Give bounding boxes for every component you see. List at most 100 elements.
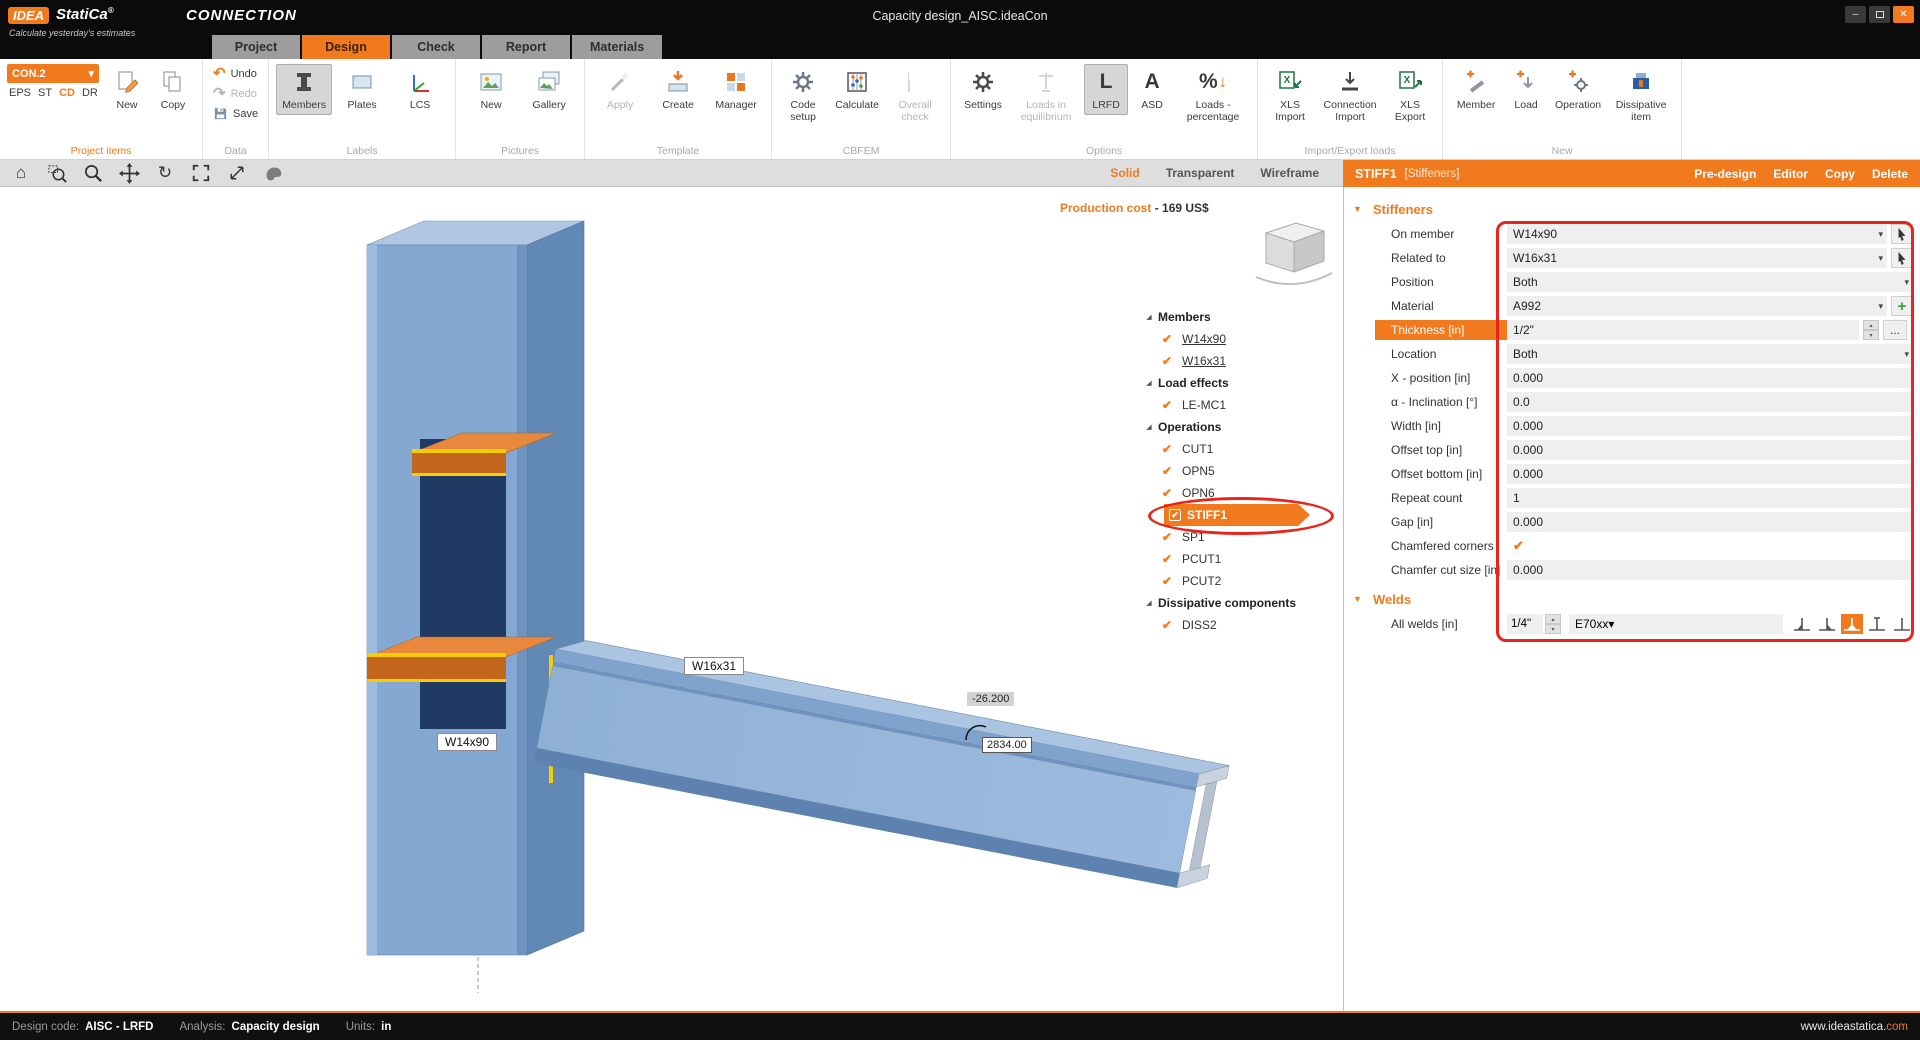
website-link[interactable]: www.ideastatica.com xyxy=(1801,1021,1908,1033)
checkbox-checked-icon[interactable]: ✔ xyxy=(1162,552,1182,566)
tab-check[interactable]: Check xyxy=(392,35,480,59)
tree-item-opn5[interactable]: OPN5 xyxy=(1182,464,1215,478)
redo-button: ↷Redo xyxy=(210,84,261,103)
tree-item-w16x31[interactable]: W16x31 xyxy=(1182,354,1226,368)
tree-group-operations[interactable]: Operations xyxy=(1158,420,1221,434)
tree-item-w14x90[interactable]: W14x90 xyxy=(1182,332,1226,346)
tree-item-pcut2[interactable]: PCUT2 xyxy=(1182,574,1221,588)
tab-design[interactable]: Design xyxy=(302,35,390,59)
home-view-icon[interactable]: ⌂ xyxy=(10,162,32,184)
asd-button[interactable]: A ASD xyxy=(1130,64,1174,115)
section-arrow-icon[interactable]: ▼ xyxy=(1353,204,1373,214)
asd-letter-icon: A xyxy=(1144,68,1159,96)
members-labels-button[interactable]: Members xyxy=(276,64,332,115)
loads-percentage-button[interactable]: %↓ Loads - percentage xyxy=(1176,64,1250,127)
lrfd-button[interactable]: L LRFD xyxy=(1084,64,1128,115)
resize-view-icon[interactable] xyxy=(226,162,248,184)
expander-icon[interactable]: ◢ xyxy=(1140,313,1158,321)
zoom-icon[interactable] xyxy=(82,162,104,184)
scales-icon xyxy=(1032,68,1060,96)
rotate-view-icon[interactable]: ↻ xyxy=(154,162,176,184)
checkbox-checked-icon[interactable]: ✔ xyxy=(1162,530,1182,544)
tab-materials[interactable]: Materials xyxy=(572,35,662,59)
lcs-labels-button[interactable]: LCS xyxy=(392,64,448,115)
copy-operation-button[interactable]: Copy xyxy=(1825,167,1855,181)
design-code-value: AISC - LRFD xyxy=(85,1021,153,1033)
checkbox-checked-icon[interactable]: ✔ xyxy=(1162,398,1182,412)
create-template-button[interactable]: Create xyxy=(650,64,706,115)
tree-item-le-mc1[interactable]: LE-MC1 xyxy=(1182,398,1226,412)
apply-template-button: Apply xyxy=(592,64,648,115)
tree-group-dissipative[interactable]: Dissipative components xyxy=(1158,596,1296,610)
gallery-button[interactable]: Gallery xyxy=(521,64,577,115)
3d-viewport[interactable]: Production cost - 169 US$ W16x31 W14x90 … xyxy=(0,187,1343,1011)
picture-icon xyxy=(477,68,505,96)
xls-export-button[interactable]: X XLS Export xyxy=(1385,64,1435,127)
new-dissipative-item-button[interactable]: Dissipative item xyxy=(1608,64,1674,127)
checkbox-checked-icon[interactable]: ✔ xyxy=(1162,574,1182,588)
prop-label-width: Width [in] xyxy=(1375,416,1507,436)
checkbox-checked-icon[interactable]: ✔ xyxy=(1162,354,1182,368)
mode-cd[interactable]: CD xyxy=(59,87,75,99)
view-mode-wireframe[interactable]: Wireframe xyxy=(1260,166,1319,180)
orientation-cube[interactable] xyxy=(1256,223,1332,284)
xls-import-button[interactable]: X XLS Import xyxy=(1265,64,1315,127)
new-operation-button[interactable]: Operation xyxy=(1550,64,1606,115)
save-button[interactable]: Save xyxy=(210,104,261,123)
ribbon-group-labels: Members Plates LCS Labels xyxy=(269,59,456,159)
units-value: in xyxy=(381,1021,391,1033)
pre-design-button[interactable]: Pre-design xyxy=(1694,167,1756,181)
editor-button[interactable]: Editor xyxy=(1773,167,1808,181)
expander-icon[interactable]: ◢ xyxy=(1140,379,1158,387)
new-load-button[interactable]: Load xyxy=(1504,64,1548,115)
undo-button[interactable]: ↶Undo xyxy=(210,64,261,83)
new-picture-button[interactable]: New xyxy=(463,64,519,115)
checkbox-checked-icon[interactable]: ✔ xyxy=(1162,332,1182,346)
tab-report[interactable]: Report xyxy=(482,35,570,59)
pan-icon[interactable] xyxy=(118,162,140,184)
units-label: Units: xyxy=(346,1021,375,1033)
status-bar: Design code: AISC - LRFD Analysis: Capac… xyxy=(0,1011,1920,1040)
delete-operation-button[interactable]: Delete xyxy=(1872,167,1908,181)
new-member-button[interactable]: Member xyxy=(1450,64,1502,115)
tree-item-cut1[interactable]: CUT1 xyxy=(1182,442,1213,456)
mode-eps[interactable]: EPS xyxy=(9,87,31,99)
settings-button[interactable]: Settings xyxy=(958,64,1008,115)
overall-check-button: Overall check xyxy=(887,64,943,127)
template-manager-button[interactable]: Manager xyxy=(708,64,764,115)
tab-project[interactable]: Project xyxy=(212,35,300,59)
maximize-button[interactable] xyxy=(1869,6,1890,23)
tree-item-pcut1[interactable]: PCUT1 xyxy=(1182,552,1221,566)
properties-panel-header: STIFF1 [Stiffeners] Pre-design Editor Co… xyxy=(1343,160,1920,187)
plates-labels-button[interactable]: Plates xyxy=(334,64,390,115)
label-paint-icon[interactable] xyxy=(262,162,284,184)
annotation-red-rect xyxy=(1496,221,1914,642)
view-mode-transparent[interactable]: Transparent xyxy=(1166,166,1235,180)
expander-icon[interactable]: ◢ xyxy=(1140,423,1158,431)
checkbox-checked-icon[interactable]: ✔ xyxy=(1162,618,1182,632)
expander-icon[interactable]: ◢ xyxy=(1140,599,1158,607)
checkbox-checked-icon[interactable]: ✔ xyxy=(1162,442,1182,456)
group-label-pictures: Pictures xyxy=(456,145,584,157)
copy-project-item-button[interactable]: Copy xyxy=(151,64,195,115)
zoom-fit-icon[interactable] xyxy=(190,162,212,184)
dissipative-item-icon xyxy=(1627,68,1655,96)
calculate-button[interactable]: Calculate xyxy=(829,64,885,115)
section-arrow-icon[interactable]: ▼ xyxy=(1353,594,1373,604)
tree-group-members[interactable]: Members xyxy=(1158,310,1211,324)
close-button[interactable]: ✕ xyxy=(1893,6,1914,23)
minimize-button[interactable]: – xyxy=(1845,6,1866,23)
checkbox-checked-icon[interactable]: ✔ xyxy=(1162,464,1182,478)
code-setup-button[interactable]: Code setup xyxy=(779,64,827,127)
analysis-label: Analysis: xyxy=(179,1021,225,1033)
project-item-selector[interactable]: CON.2 ▾ xyxy=(7,64,99,83)
tree-item-diss2[interactable]: DISS2 xyxy=(1182,618,1217,632)
mode-dr[interactable]: DR xyxy=(82,87,98,99)
checkb ox-checked-icon[interactable]: ✔ xyxy=(1162,486,1182,500)
zoom-window-icon[interactable] xyxy=(46,162,68,184)
view-mode-solid[interactable]: Solid xyxy=(1110,166,1139,180)
mode-st[interactable]: ST xyxy=(38,87,52,99)
connection-import-button[interactable]: Connection Import xyxy=(1317,64,1383,127)
new-project-item-button[interactable]: New xyxy=(105,64,149,115)
tree-group-load-effects[interactable]: Load effects xyxy=(1158,376,1229,390)
